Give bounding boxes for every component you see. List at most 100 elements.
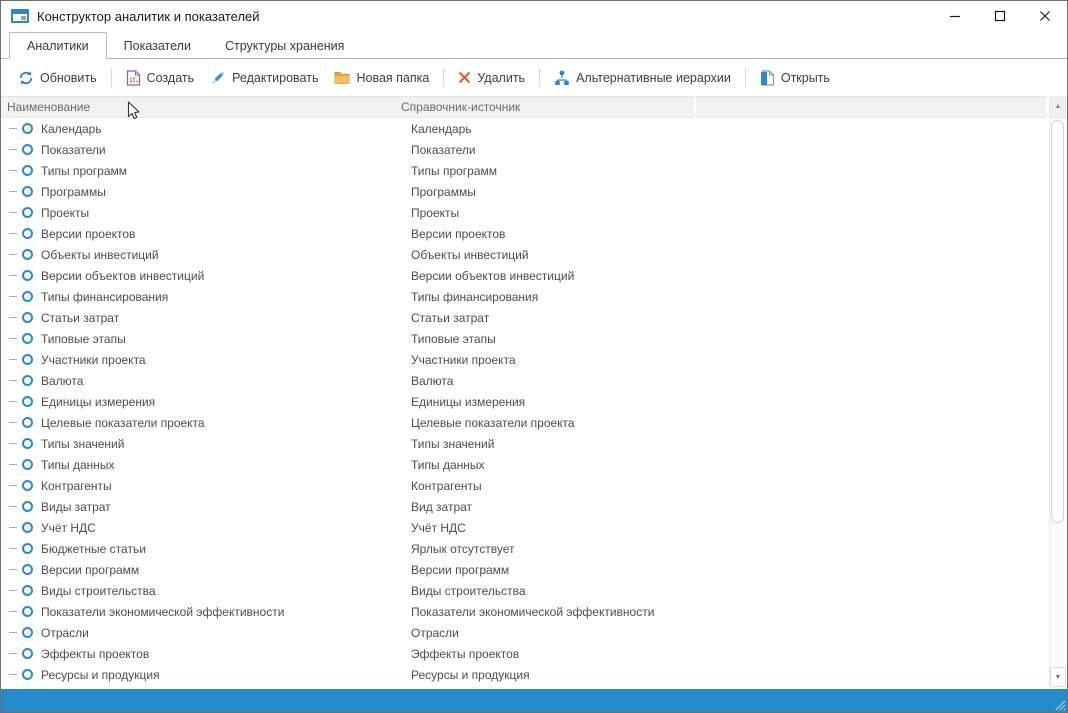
tab-storage-structures[interactable]: Структуры хранения bbox=[208, 32, 361, 59]
tree-collapse-dash[interactable] bbox=[9, 443, 17, 444]
row-name: Объекты инвестиций bbox=[41, 247, 159, 262]
table-row[interactable]: Целевые показатели проекта Целевые показ… bbox=[1, 412, 1046, 433]
row-source: Типы финансирования bbox=[411, 289, 539, 304]
table-row[interactable]: Типы финансирования Типы финансирования bbox=[1, 286, 1046, 307]
table-row[interactable]: Программы Программы bbox=[1, 181, 1046, 202]
row-name: Участники проекта bbox=[41, 352, 146, 367]
table-row[interactable]: Объекты инвестиций Объекты инвестиций bbox=[1, 244, 1046, 265]
tree-collapse-dash[interactable] bbox=[9, 653, 17, 654]
row-source: Целевые показатели проекта bbox=[411, 415, 575, 430]
table-row[interactable]: Участники проекта Участники проекта bbox=[1, 349, 1046, 370]
tree-collapse-dash[interactable] bbox=[9, 485, 17, 486]
table-row[interactable]: Единицы измерения Единицы измерения bbox=[1, 391, 1046, 412]
column-divider[interactable] bbox=[694, 96, 696, 118]
tree-collapse-dash[interactable] bbox=[9, 128, 17, 129]
row-name: Версии программ bbox=[41, 562, 140, 577]
tree-collapse-dash[interactable] bbox=[9, 611, 17, 612]
row-source: Ярлык отсутствует bbox=[411, 541, 515, 556]
tree-collapse-dash[interactable] bbox=[9, 317, 17, 318]
maximize-button[interactable] bbox=[977, 1, 1022, 31]
minimize-button[interactable] bbox=[932, 1, 977, 31]
tree-collapse-dash[interactable] bbox=[9, 632, 17, 633]
table-row[interactable]: Версии проектов Версии проектов bbox=[1, 223, 1046, 244]
tree-collapse-dash[interactable] bbox=[9, 149, 17, 150]
row-name: Ресурсы и продукция bbox=[41, 667, 160, 682]
row-name: Учёт НДС bbox=[41, 520, 96, 535]
tree-collapse-dash[interactable] bbox=[9, 254, 17, 255]
scroll-down-button[interactable]: ▼ bbox=[1050, 667, 1066, 687]
tree-collapse-dash[interactable] bbox=[9, 359, 17, 360]
table-row[interactable]: Типы данных Типы данных bbox=[1, 454, 1046, 475]
table-row[interactable]: Виды строительства Виды строительства bbox=[1, 580, 1046, 601]
table-row[interactable]: Типы значений Типы значений bbox=[1, 433, 1046, 454]
tree-collapse-dash[interactable] bbox=[9, 338, 17, 339]
refresh-button[interactable]: Обновить bbox=[10, 65, 105, 91]
table-row[interactable]: Эффекты проектов Эффекты проектов bbox=[1, 643, 1046, 664]
row-name: Единицы измерения bbox=[41, 394, 156, 409]
table-row[interactable]: Ресурсы и продукция Ресурсы и продукция bbox=[1, 664, 1046, 685]
table-row[interactable]: Версии программ Версии программ bbox=[1, 559, 1046, 580]
tree-collapse-dash[interactable] bbox=[9, 590, 17, 591]
table-row[interactable]: Учёт НДС Учёт НДС bbox=[1, 517, 1046, 538]
tree-collapse-dash[interactable] bbox=[9, 548, 17, 549]
tree-collapse-dash[interactable] bbox=[9, 212, 17, 213]
create-document-icon bbox=[126, 69, 140, 86]
table-row[interactable]: Показатели экономической эффективности П… bbox=[1, 601, 1046, 622]
table-row[interactable]: Проекты Проекты bbox=[1, 202, 1046, 223]
analytic-circle-icon bbox=[22, 501, 33, 512]
tab-analytics[interactable]: Аналитики bbox=[9, 32, 107, 59]
tree-collapse-dash[interactable] bbox=[9, 233, 17, 234]
open-button[interactable]: Открыть bbox=[752, 65, 838, 91]
scroll-up-icon: ▲ bbox=[1054, 103, 1062, 110]
app-icon bbox=[11, 9, 29, 23]
tree-collapse-dash[interactable] bbox=[9, 569, 17, 570]
table-row[interactable]: Бюджетные статьи Ярлык отсутствует bbox=[1, 538, 1046, 559]
tree-collapse-dash[interactable] bbox=[9, 464, 17, 465]
table-header: Наименование Справочник-источник bbox=[1, 96, 1046, 118]
column-header-name[interactable]: Наименование bbox=[1, 100, 401, 114]
button-label: Обновить bbox=[40, 70, 97, 85]
table-row[interactable]: Отрасли Отрасли bbox=[1, 622, 1046, 643]
alt-hierarchies-button[interactable]: Альтернативные иерархии bbox=[546, 65, 739, 91]
scroll-up-button[interactable]: ▲ bbox=[1050, 96, 1066, 118]
tree-collapse-dash[interactable] bbox=[9, 296, 17, 297]
column-header-source[interactable]: Справочник-источник bbox=[401, 100, 694, 114]
row-name: Контрагенты bbox=[41, 478, 112, 493]
tree-collapse-dash[interactable] bbox=[9, 527, 17, 528]
new-folder-button[interactable]: Новая папка bbox=[326, 66, 437, 90]
tree-collapse-dash[interactable] bbox=[9, 674, 17, 675]
table-row[interactable]: Показатели Показатели bbox=[1, 139, 1046, 160]
delete-button[interactable]: Удалить bbox=[450, 66, 533, 90]
tree-collapse-dash[interactable] bbox=[9, 191, 17, 192]
analytic-circle-icon bbox=[22, 585, 33, 596]
tab-indicators[interactable]: Показатели bbox=[107, 32, 208, 59]
tree-collapse-dash[interactable] bbox=[9, 401, 17, 402]
tree-collapse-dash[interactable] bbox=[9, 275, 17, 276]
tree-collapse-dash[interactable] bbox=[9, 170, 17, 171]
close-button[interactable] bbox=[1022, 1, 1067, 31]
analytic-circle-icon bbox=[22, 354, 33, 365]
table-row[interactable]: Валюта Валюта bbox=[1, 370, 1046, 391]
edit-button[interactable]: Редактировать bbox=[202, 65, 326, 91]
resize-grip[interactable] bbox=[1050, 695, 1066, 711]
tree-collapse-dash[interactable] bbox=[9, 506, 17, 507]
row-source: Учёт НДС bbox=[411, 520, 466, 535]
button-label: Удалить bbox=[477, 70, 526, 85]
table-row[interactable]: Версии объектов инвестиций Версии объект… bbox=[1, 265, 1046, 286]
create-button[interactable]: Создать bbox=[118, 65, 203, 91]
window-title: Конструктор аналитик и показателей bbox=[37, 8, 260, 24]
analytic-circle-icon bbox=[22, 228, 33, 239]
table-row[interactable]: Типовые этапы Типовые этапы bbox=[1, 328, 1046, 349]
table-row[interactable]: Контрагенты Контрагенты bbox=[1, 475, 1046, 496]
table-row[interactable]: Статьи затрат Статьи затрат bbox=[1, 307, 1046, 328]
row-name: Показатели bbox=[41, 142, 106, 157]
vertical-scrollbar[interactable]: ▲ ▼ bbox=[1049, 96, 1066, 688]
tree-collapse-dash[interactable] bbox=[9, 380, 17, 381]
table-row[interactable]: Виды затрат Вид затрат bbox=[1, 496, 1046, 517]
button-label: Альтернативные иерархии bbox=[576, 70, 731, 85]
scrollbar-thumb[interactable] bbox=[1051, 120, 1064, 523]
tree-collapse-dash[interactable] bbox=[9, 422, 17, 423]
button-label: Создать bbox=[146, 70, 195, 85]
table-row[interactable]: Календарь Календарь bbox=[1, 118, 1046, 139]
table-row[interactable]: Типы программ Типы программ bbox=[1, 160, 1046, 181]
